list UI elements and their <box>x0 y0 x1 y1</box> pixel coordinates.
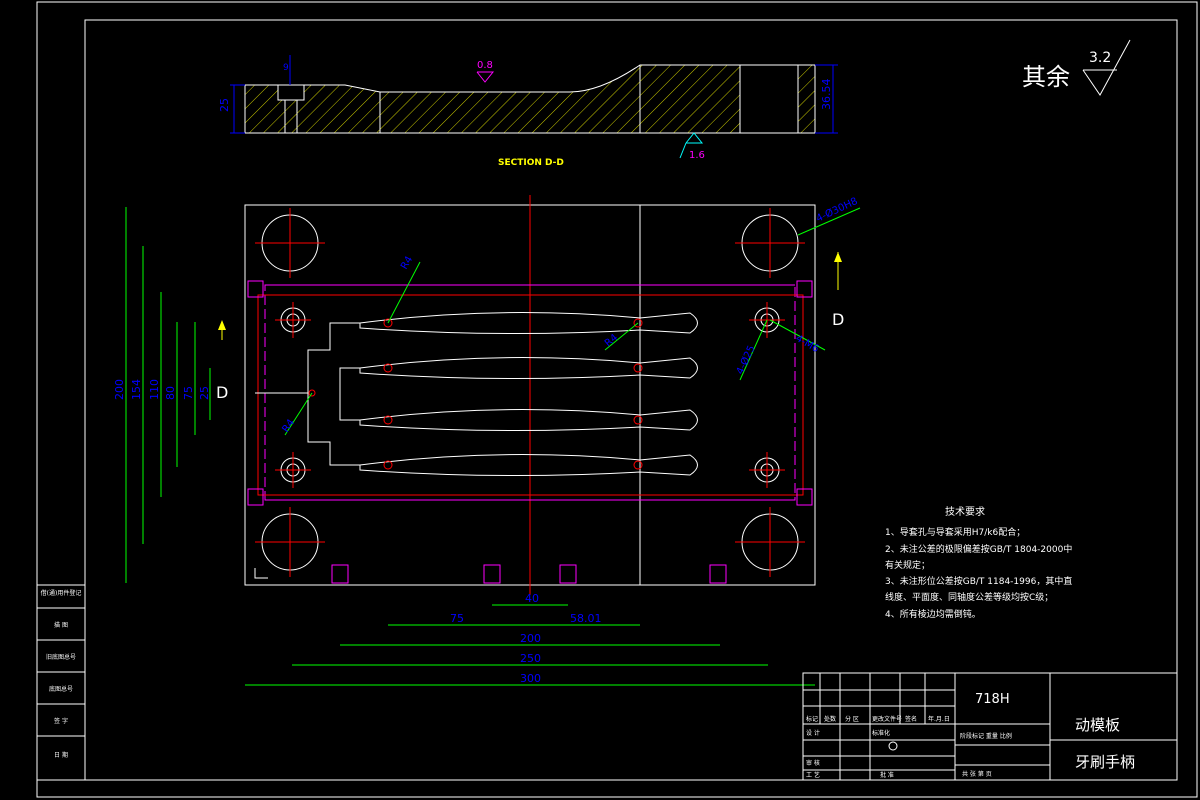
guide-hole <box>735 507 805 577</box>
strip-item: 日 期 <box>54 751 68 759</box>
tech-line: 线度、平面度、同轴度公差等级均按C级； <box>885 591 1053 603</box>
callout-r4: R4 <box>603 332 620 349</box>
dim-left-80: 80 <box>164 386 177 400</box>
dim-top: 9 <box>283 63 289 73</box>
pin-hole <box>275 302 311 338</box>
pin-hole <box>749 452 785 488</box>
dim-bottom-300: 300 <box>520 672 541 685</box>
roughness-top: 0.8 <box>477 60 493 71</box>
material: 718H <box>975 692 1010 707</box>
row-label: 审 核 <box>806 759 820 767</box>
guide-hole <box>735 208 805 278</box>
header: 年.月.日 <box>928 715 950 723</box>
tech-requirements: 技术要求 1、导套孔与导套采用H7/k6配合； 2、未注公差的极限偏差按GB/T… <box>885 505 1072 620</box>
guide-hole <box>255 208 325 278</box>
callout-thread: 4-M6 <box>794 333 821 355</box>
header: 签名 <box>905 715 917 723</box>
callout-r4: R4 <box>399 254 415 271</box>
drawing-name: 牙刷手柄 <box>1075 753 1135 771</box>
dim-right: 36.54 <box>820 79 833 111</box>
row-label: 工 艺 <box>806 771 820 779</box>
tech-line: 1、导套孔与导套采用H7/k6配合； <box>885 526 1025 538</box>
header: 分 区 <box>845 715 859 723</box>
part-name: 动模板 <box>1075 716 1120 734</box>
tech-title: 技术要求 <box>945 505 985 518</box>
section-body <box>244 64 816 134</box>
section-slot <box>739 64 799 134</box>
dim-bottom-75: 75 <box>450 612 464 625</box>
roughness-note: 其余 3.2 <box>1022 39 1131 96</box>
row-label: 设 计 <box>806 729 820 737</box>
stage-label: 阶段标记 重量 比例 <box>960 732 1012 740</box>
title-block-text: 718H 动模板 牙刷手柄 标记 处数 分 区 更改文件号 签名 年.月.日 设… <box>806 692 1135 779</box>
callout-guide: 4-Ø30H8 <box>814 195 859 225</box>
dim-left-154: 154 <box>130 379 143 400</box>
drawing-sheet: 借(通)用件登记 描 图 旧底图总号 底图总号 签 字 日 期 其余 3.2 2… <box>36 1 1198 798</box>
strip-item: 旧底图总号 <box>46 653 76 661</box>
strip-item: 描 图 <box>54 621 68 629</box>
dim-left-25: 25 <box>198 386 211 400</box>
section-label: SECTION D-D <box>498 158 564 168</box>
left-strip: 借(通)用件登记 描 图 旧底图总号 底图总号 签 字 日 期 <box>36 584 86 781</box>
dim-bottom-200: 200 <box>520 632 541 645</box>
dim-left: 25 <box>218 98 231 112</box>
tech-line: 有关规定； <box>885 559 930 571</box>
strip-item: 签 字 <box>54 717 68 725</box>
header: 处数 <box>824 715 836 723</box>
roughness-bottom: 1.6 <box>689 150 705 161</box>
pin-hole <box>275 452 311 488</box>
header: 更改文件号 <box>872 715 902 723</box>
roughness-symbol-icon <box>1082 39 1131 96</box>
roughness-value: 3.2 <box>1089 50 1111 66</box>
tech-line: 3、未注形位公差按GB/T 1184-1996，其中直 <box>885 575 1072 587</box>
row-label: 标准化 <box>872 729 890 737</box>
roughness-label: 其余 <box>1022 63 1070 91</box>
row-label: 批 准 <box>880 771 894 779</box>
strip-item: 借(通)用件登记 <box>41 589 82 597</box>
section-pin <box>277 84 305 101</box>
dim-bottom-58: 58.01 <box>570 612 602 625</box>
dim-left-75: 75 <box>182 386 195 400</box>
dim-bottom-250: 250 <box>520 652 541 665</box>
section-view: 25 36.54 9 0.8 1.6 SECTION D-D <box>218 55 838 168</box>
plan-view: D D 200 154 110 80 75 25 40 75 58.01 200… <box>113 195 861 686</box>
dim-left-110: 110 <box>148 379 161 400</box>
callout-pin: 4-Ø25 <box>734 343 758 376</box>
projection-symbol-icon <box>888 741 898 751</box>
guide-hole <box>255 507 325 577</box>
tech-line: 4、所有棱边均需倒钝。 <box>885 608 981 620</box>
section-mark: D <box>216 383 228 402</box>
strip-item: 底图总号 <box>49 685 73 693</box>
tech-line: 2、未注公差的极限偏差按GB/T 1804-2000中 <box>885 543 1072 555</box>
inner-border <box>84 19 1178 781</box>
toothbrush-cavity <box>255 312 698 477</box>
sheet-label: 共 张 第 页 <box>962 770 992 778</box>
dim-bottom-40: 40 <box>525 592 539 605</box>
dim-left-200: 200 <box>113 379 126 400</box>
header: 标记 <box>806 715 818 723</box>
section-mark: D <box>832 310 844 329</box>
